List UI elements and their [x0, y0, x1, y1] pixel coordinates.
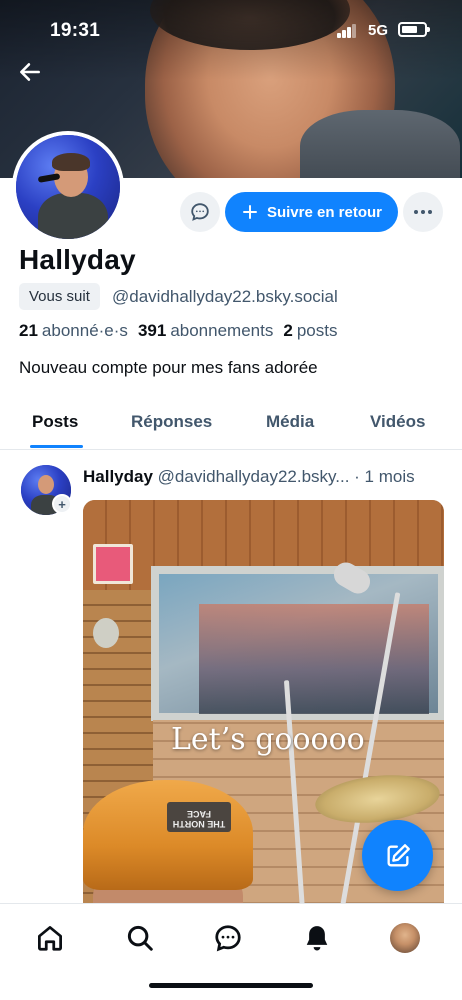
notifications-icon	[306, 926, 328, 951]
tab-media[interactable]: Média	[266, 412, 314, 432]
cap-logo: THE NORTH FACE	[167, 802, 231, 832]
arrow-left-icon	[20, 63, 40, 81]
posts-stat: 2 posts	[283, 321, 338, 340]
status-time: 19:31	[50, 20, 101, 41]
follow-back-button[interactable]: Suivre en retour	[225, 192, 398, 232]
battery-icon	[398, 22, 430, 37]
plus-icon	[242, 205, 257, 219]
studio-window	[151, 566, 444, 721]
messages-icon	[215, 925, 241, 952]
post-author-name[interactable]: Hallyday	[83, 467, 153, 486]
post-author-handle[interactable]: @davidhallyday22.bsky...	[158, 467, 350, 486]
profile-avatar[interactable]	[12, 131, 124, 243]
nav-profile[interactable]	[385, 918, 425, 958]
post-timestamp: 1 mois	[364, 467, 415, 486]
profile-bio: Nouveau compte pour mes fans adorée	[19, 358, 318, 377]
chat-bubble-icon	[191, 203, 209, 221]
follow-plus-icon[interactable]: +	[52, 494, 72, 514]
active-tab-indicator	[30, 445, 83, 448]
profile-handle: @davidhallyday22.bsky.social	[112, 287, 338, 306]
post-header: Hallyday @davidhallyday22.bsky... · 1 mo…	[83, 467, 415, 487]
home-indicator	[149, 983, 313, 988]
profile-stats: 21 abonné·e·s 391 abonnements 2 posts	[19, 321, 337, 341]
tab-replies[interactable]: Réponses	[131, 412, 212, 432]
nav-notifications[interactable]	[297, 918, 337, 958]
compose-button[interactable]	[362, 820, 433, 891]
message-button[interactable]	[180, 192, 220, 232]
followers-stat[interactable]: 21 abonné·e·s	[19, 321, 128, 341]
more-options-button[interactable]	[403, 192, 443, 232]
follows-you-badge: Vous suit	[19, 283, 100, 310]
nav-home[interactable]	[30, 918, 70, 958]
compose-pencil-icon	[387, 843, 410, 866]
follow-back-label: Suivre en retour	[266, 203, 383, 221]
nav-messages[interactable]	[208, 918, 248, 958]
battery-level	[402, 26, 417, 33]
tab-videos[interactable]: Vidéos	[370, 412, 425, 432]
tab-posts[interactable]: Posts	[32, 412, 78, 432]
profile-tabs: Posts Réponses Média Vidéos	[0, 396, 462, 450]
status-bar: 19:31 5G	[0, 0, 462, 62]
back-button[interactable]	[14, 56, 46, 88]
home-icon	[38, 926, 62, 951]
search-icon	[127, 925, 153, 951]
image-overlay-text: Let’s gooooo	[171, 722, 365, 757]
nav-search[interactable]	[120, 918, 160, 958]
cap	[83, 780, 253, 890]
profile-avatar	[390, 923, 420, 953]
ellipsis-icon	[414, 210, 432, 214]
profile-display-name: Hallyday	[19, 244, 136, 275]
following-stat[interactable]: 391 abonnements	[138, 321, 273, 341]
post-separator: ·	[349, 467, 365, 486]
network-type: 5G	[368, 22, 389, 39]
poster-sticker	[93, 544, 133, 584]
signal-icon	[337, 24, 357, 38]
